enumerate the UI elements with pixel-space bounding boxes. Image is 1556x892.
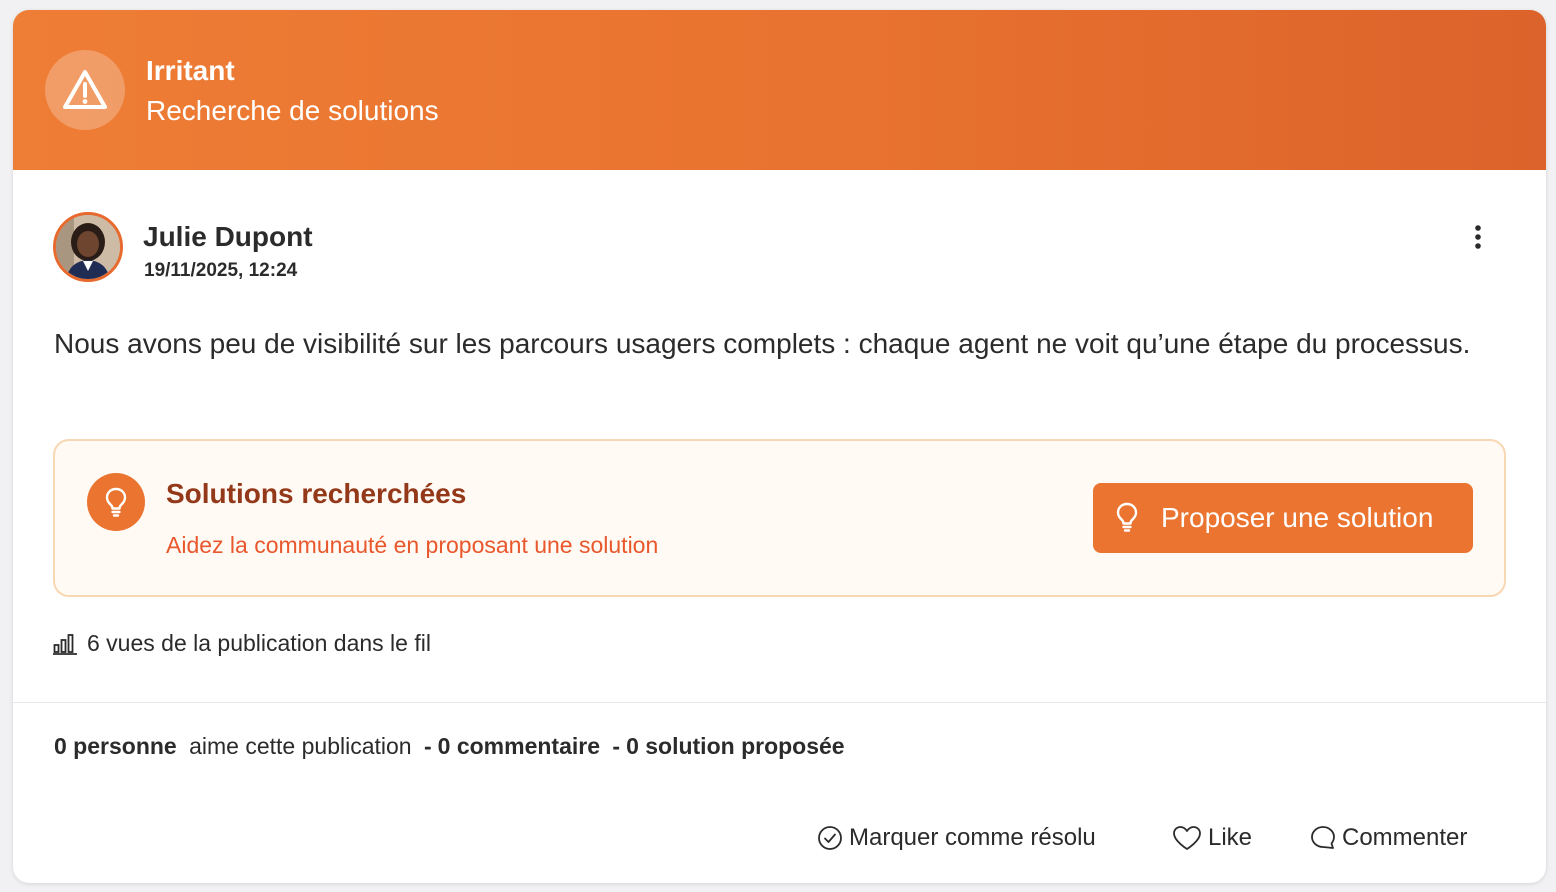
post-type-subtitle: Recherche de solutions [146,95,439,126]
like-button[interactable]: Like [1172,818,1252,858]
bar-chart-icon [53,633,77,655]
divider [13,702,1546,703]
likes-text: aime cette publication [189,733,412,759]
likes-count[interactable]: 0 personne [54,733,177,759]
post-type-title: Irritant [146,55,235,86]
propose-solution-label: Proposer une solution [1161,502,1434,533]
views-text: 6 vues de la publication dans le fil [87,630,431,656]
warning-triangle-icon [45,50,125,130]
solutions-sought-panel: Solutions recherchées Aidez la communaut… [53,439,1506,597]
solutions-subtitle: Aidez la communauté en proposant une sol… [166,532,659,558]
comment-bubble-icon [1310,825,1336,851]
engagement-summary: 0 personne aime cette publication -0 com… [54,733,845,760]
mark-resolved-label: Marquer comme résolu [849,824,1096,851]
post-type-banner: Irritant Recherche de solutions [13,10,1546,170]
propose-solution-button[interactable]: Proposer une solution [1093,483,1473,553]
comment-label: Commenter [1342,824,1468,851]
heart-icon [1172,825,1202,851]
like-label: Like [1208,824,1253,851]
mark-resolved-button[interactable]: Marquer comme résolu [817,818,1096,858]
separator: - [423,733,432,759]
author-name[interactable]: Julie Dupont [143,221,313,253]
separator: - [612,733,621,759]
lightbulb-icon [1115,501,1139,542]
post-body-text: Nous avons peu de visibilité sur les par… [54,328,1471,359]
more-options-button[interactable] [1465,222,1491,252]
comment-button[interactable]: Commenter [1310,818,1467,858]
solutions-title: Solutions recherchées [166,478,467,509]
avatar[interactable] [53,212,123,282]
post-card: Irritant Recherche de solutions Julie Du… [13,10,1546,883]
check-circle-icon [817,825,843,851]
post-timestamp: 19/11/2025, 12:24 [144,260,298,281]
views-counter: 6 vues de la publication dans le fil [53,630,431,657]
comments-count[interactable]: 0 commentaire [438,733,600,759]
solutions-count[interactable]: 0 solution proposée [626,733,845,759]
lightbulb-icon [87,473,145,531]
vertical-dots-icon [1475,225,1481,249]
